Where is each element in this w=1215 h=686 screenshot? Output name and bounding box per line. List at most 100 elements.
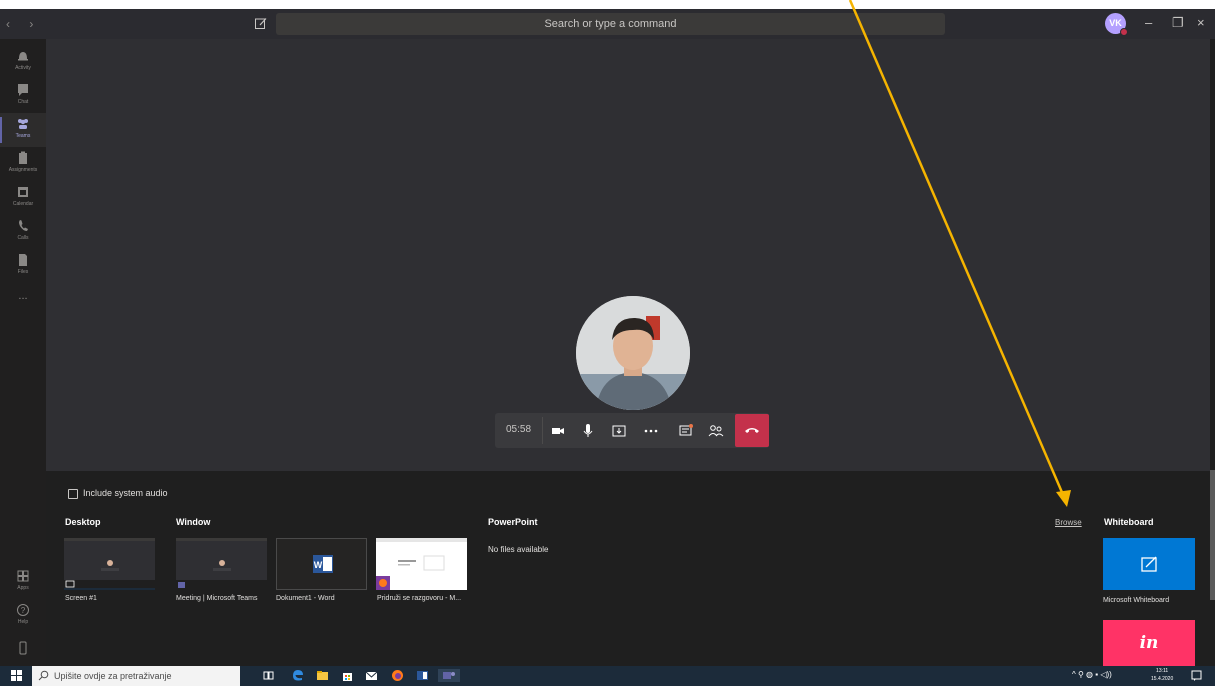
chat-icon xyxy=(18,84,28,96)
rail-label: Chat xyxy=(17,99,29,105)
store-icon[interactable] xyxy=(341,669,354,682)
section-desktop: Desktop xyxy=(65,517,101,527)
rail-label: Files xyxy=(17,269,29,275)
task-view-icon[interactable] xyxy=(262,669,275,682)
rail-files[interactable]: Files xyxy=(0,249,46,283)
calendar-icon xyxy=(18,187,28,197)
screenshot: ‹ › Search or type a command VK – ❐ × Ac… xyxy=(0,0,1215,686)
help-icon: ? xyxy=(17,604,29,616)
screen-preview xyxy=(64,538,155,590)
presence-busy-icon xyxy=(1120,28,1128,36)
phone-icon xyxy=(19,220,28,231)
avatar[interactable]: VK xyxy=(1105,13,1128,36)
taskbar-search-placeholder: Upišite ovdje za pretraživanje xyxy=(54,671,172,681)
call-controls: 05:58 xyxy=(495,413,769,448)
rail-label: Apps xyxy=(17,585,29,591)
hangup-icon xyxy=(745,428,759,433)
invision-logo-icon: in xyxy=(1139,633,1159,653)
device-icon xyxy=(19,641,27,655)
file-explorer-icon[interactable] xyxy=(316,669,329,682)
rail-label: Help xyxy=(17,619,29,625)
clock-time: 13:11 xyxy=(1156,668,1169,674)
thumbnail-label: Meeting | Microsoft Teams xyxy=(176,595,258,602)
chat-icon[interactable] xyxy=(677,422,695,440)
windows-start-icon[interactable] xyxy=(10,669,23,682)
whiteboard-label: Microsoft Whiteboard xyxy=(1103,597,1170,604)
more-icon[interactable] xyxy=(642,422,660,440)
nav-arrows[interactable]: ‹ › xyxy=(6,17,41,31)
firefox-icon[interactable] xyxy=(391,669,404,682)
rail-label: Calendar xyxy=(12,201,34,207)
whiteboard-tile[interactable] xyxy=(1103,538,1195,590)
divider xyxy=(542,417,543,444)
apps-icon xyxy=(17,570,29,582)
svg-text:?: ? xyxy=(21,606,26,615)
browse-link[interactable]: Browse xyxy=(1055,518,1082,527)
rail-activity[interactable]: Activity xyxy=(0,45,46,79)
rail-calendar[interactable]: Calendar xyxy=(0,181,46,215)
browser-preview xyxy=(376,538,467,590)
thumbnail-label: Pridruži se razgovoru - M... xyxy=(377,595,462,602)
window-preview xyxy=(176,538,267,590)
bell-icon xyxy=(18,52,28,61)
include-audio-checkbox[interactable] xyxy=(68,489,78,499)
file-icon xyxy=(19,254,27,266)
search-icon xyxy=(38,670,49,681)
taskbar-search-input[interactable]: Upišite ovdje za pretraživanje xyxy=(32,666,240,686)
taskbar: Upišite ovdje za pretraživanje ^ ⚲ ◍ ▪ ◁… xyxy=(0,666,1215,686)
clock-date: 15.4.2020 xyxy=(1151,676,1174,682)
rail-chat[interactable]: Chat xyxy=(0,79,46,113)
window-thumbnail[interactable] xyxy=(376,538,467,590)
title-bar: ‹ › Search or type a command VK – ❐ × xyxy=(0,9,1215,39)
rail-more[interactable]: ... xyxy=(0,291,46,307)
window-thumbnail[interactable]: W xyxy=(276,538,367,590)
screen-thumbnail[interactable] xyxy=(64,538,155,590)
rail-device[interactable] xyxy=(0,637,46,659)
participant-avatar xyxy=(576,296,690,410)
call-timer: 05:58 xyxy=(506,424,532,435)
no-files-text: No files available xyxy=(488,545,549,554)
mail-icon[interactable] xyxy=(365,669,378,682)
camera-icon[interactable] xyxy=(549,422,567,440)
more-icon: ... xyxy=(18,290,28,302)
rail-label: Calls xyxy=(17,235,29,241)
rail-apps[interactable]: Apps xyxy=(0,565,46,599)
rail-calls[interactable]: Calls xyxy=(0,215,46,249)
include-audio-label: Include system audio xyxy=(83,488,168,498)
window-thumbnail[interactable] xyxy=(176,538,267,590)
minimize-button[interactable]: – xyxy=(1145,15,1152,30)
hangup-button[interactable] xyxy=(735,414,769,447)
teams-icon xyxy=(18,119,28,129)
new-chat-icon[interactable] xyxy=(254,16,268,30)
rail-label: Teams xyxy=(15,133,31,139)
section-window: Window xyxy=(176,517,211,527)
close-button[interactable]: × xyxy=(1197,15,1205,30)
tray-icons[interactable]: ^ ⚲ ◍ ▪ ◁)) xyxy=(1072,670,1112,679)
mic-icon[interactable] xyxy=(579,422,597,440)
edge-icon[interactable] xyxy=(291,669,304,682)
rail-teams[interactable]: Teams xyxy=(0,113,46,147)
teams-app-icon[interactable] xyxy=(438,669,460,682)
word-icon: W xyxy=(313,555,333,573)
rail-label: Assignments xyxy=(8,167,38,173)
notifications-icon[interactable] xyxy=(1190,669,1203,682)
maximize-button[interactable]: ❐ xyxy=(1172,15,1184,31)
assignments-icon xyxy=(19,151,27,164)
thumbnail-label: Screen #1 xyxy=(65,595,97,602)
section-powerpoint: PowerPoint xyxy=(488,517,538,527)
rail-label: Activity xyxy=(15,65,31,71)
taskbar-clock[interactable]: 13:11 15.4.2020 xyxy=(1151,667,1173,683)
section-whiteboard: Whiteboard xyxy=(1104,517,1154,527)
share-screen-icon[interactable] xyxy=(610,422,628,440)
scrollbar-thumb[interactable] xyxy=(1210,470,1215,600)
avatar-initials: VK xyxy=(1109,18,1122,28)
invision-tile[interactable]: in xyxy=(1103,620,1195,666)
whiteboard-icon xyxy=(1141,556,1157,572)
participants-icon[interactable] xyxy=(707,422,725,440)
search-input[interactable]: Search or type a command xyxy=(276,13,945,35)
rail-assignments[interactable]: Assignments xyxy=(0,147,46,181)
svg-text:W: W xyxy=(314,560,323,570)
thumbnail-label: Dokument1 - Word xyxy=(276,595,335,602)
word-icon[interactable] xyxy=(416,669,429,682)
rail-help[interactable]: ? Help xyxy=(0,599,46,633)
